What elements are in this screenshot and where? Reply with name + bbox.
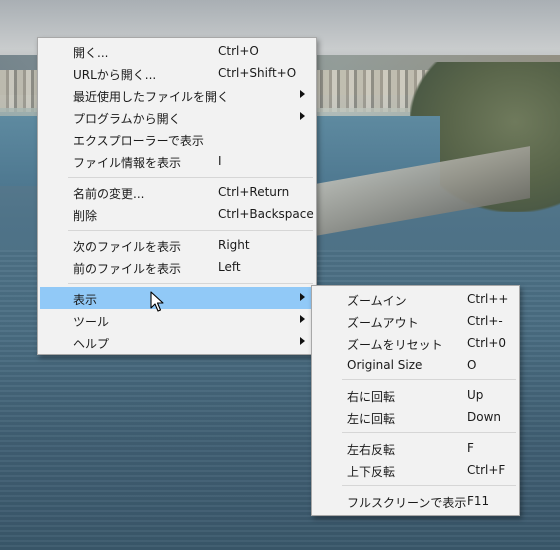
menu-item-show-in-explorer[interactable]: エクスプローラーで表示 bbox=[40, 128, 314, 150]
menu-separator bbox=[342, 432, 516, 433]
menu-item-label: 右に回転 bbox=[347, 390, 396, 404]
menu-separator bbox=[68, 177, 313, 178]
menu-item-label: Original Size bbox=[347, 358, 423, 372]
menu-item-shortcut: Ctrl+- bbox=[467, 314, 503, 328]
chevron-right-icon bbox=[300, 337, 305, 345]
menu-item-shortcut: Ctrl++ bbox=[467, 292, 509, 306]
menu-item-original-size[interactable]: Original Size O bbox=[314, 354, 517, 376]
menu-separator bbox=[68, 230, 313, 231]
view-submenu: ズームイン Ctrl++ ズームアウト Ctrl+- ズームをリセット Ctrl… bbox=[311, 285, 520, 516]
menu-item-label: プログラムから開く bbox=[73, 112, 181, 126]
menu-item-shortcut: Right bbox=[218, 238, 250, 252]
menu-item-label: ズームアウト bbox=[347, 316, 419, 330]
menu-item-label: ツール bbox=[73, 315, 110, 329]
menu-item-help[interactable]: ヘルプ bbox=[40, 331, 314, 353]
menu-item-shortcut: Ctrl+Shift+O bbox=[218, 66, 297, 80]
context-menu: 開く... Ctrl+O URLから開く... Ctrl+Shift+O 最近使… bbox=[37, 37, 317, 355]
menu-item-label: ズームイン bbox=[347, 294, 407, 308]
chevron-right-icon bbox=[300, 315, 305, 323]
menu-item-label: URLから開く... bbox=[73, 68, 157, 82]
menu-item-shortcut: Ctrl+F bbox=[467, 463, 506, 477]
menu-item-label: 最近使用したファイルを開く bbox=[73, 90, 230, 104]
menu-separator bbox=[342, 379, 516, 380]
menu-item-open[interactable]: 開く... Ctrl+O bbox=[40, 40, 314, 62]
chevron-right-icon bbox=[300, 293, 305, 301]
menu-item-zoom-in[interactable]: ズームイン Ctrl++ bbox=[314, 288, 517, 310]
menu-separator bbox=[342, 485, 516, 486]
menu-item-shortcut: Left bbox=[218, 260, 241, 274]
menu-item-previous-file[interactable]: 前のファイルを表示 Left bbox=[40, 256, 314, 278]
menu-item-label: 左に回転 bbox=[347, 412, 396, 426]
menu-item-shortcut: Ctrl+0 bbox=[467, 336, 507, 350]
menu-item-rotate-left[interactable]: 左に回転 Down bbox=[314, 406, 517, 428]
menu-item-label: ズームをリセット bbox=[347, 338, 443, 352]
menu-item-shortcut: O bbox=[467, 358, 477, 372]
menu-item-label: 前のファイルを表示 bbox=[73, 262, 182, 276]
menu-item-label: ヘルプ bbox=[73, 337, 110, 351]
chevron-right-icon bbox=[300, 112, 305, 120]
arrow-cursor-icon bbox=[150, 291, 164, 312]
menu-item-rename[interactable]: 名前の変更... Ctrl+Return bbox=[40, 181, 314, 203]
menu-item-label: 名前の変更... bbox=[73, 187, 145, 201]
menu-item-label: エクスプローラーで表示 bbox=[73, 134, 204, 148]
menu-item-shortcut: F11 bbox=[467, 494, 490, 508]
menu-item-shortcut: Ctrl+Return bbox=[218, 185, 290, 199]
menu-item-next-file[interactable]: 次のファイルを表示 Right bbox=[40, 234, 314, 256]
menu-item-flip-vertical[interactable]: 上下反転 Ctrl+F bbox=[314, 459, 517, 481]
chevron-right-icon bbox=[300, 90, 305, 98]
menu-item-zoom-out[interactable]: ズームアウト Ctrl+- bbox=[314, 310, 517, 332]
menu-separator bbox=[68, 283, 313, 284]
menu-item-label: 上下反転 bbox=[347, 465, 396, 479]
menu-item-shortcut: Up bbox=[467, 388, 484, 402]
menu-item-tools[interactable]: ツール bbox=[40, 309, 314, 331]
menu-item-label: 削除 bbox=[73, 209, 98, 223]
menu-item-open-url[interactable]: URLから開く... Ctrl+Shift+O bbox=[40, 62, 314, 84]
menu-item-view[interactable]: 表示 bbox=[40, 287, 314, 309]
menu-item-flip-horizontal[interactable]: 左右反転 F bbox=[314, 437, 517, 459]
menu-item-label: フルスクリーンで表示 bbox=[347, 496, 467, 510]
menu-item-fullscreen[interactable]: フルスクリーンで表示 F11 bbox=[314, 490, 517, 512]
menu-item-reset-zoom[interactable]: ズームをリセット Ctrl+0 bbox=[314, 332, 517, 354]
menu-item-shortcut: F bbox=[467, 441, 474, 455]
menu-item-open-recent[interactable]: 最近使用したファイルを開く bbox=[40, 84, 314, 106]
menu-item-label: 表示 bbox=[73, 293, 98, 307]
menu-item-label: 次のファイルを表示 bbox=[73, 240, 182, 254]
menu-item-shortcut: Ctrl+Backspace bbox=[218, 207, 314, 221]
menu-item-shortcut: Down bbox=[467, 410, 502, 424]
menu-item-open-with[interactable]: プログラムから開く bbox=[40, 106, 314, 128]
menu-item-shortcut: I bbox=[218, 154, 222, 168]
menu-item-file-info[interactable]: ファイル情報を表示 I bbox=[40, 150, 314, 172]
menu-item-label: ファイル情報を表示 bbox=[73, 156, 182, 170]
menu-item-rotate-right[interactable]: 右に回転 Up bbox=[314, 384, 517, 406]
menu-item-delete[interactable]: 削除 Ctrl+Backspace bbox=[40, 203, 314, 225]
menu-item-label: 左右反転 bbox=[347, 443, 396, 457]
menu-item-label: 開く... bbox=[73, 46, 109, 60]
menu-item-shortcut: Ctrl+O bbox=[218, 44, 259, 58]
